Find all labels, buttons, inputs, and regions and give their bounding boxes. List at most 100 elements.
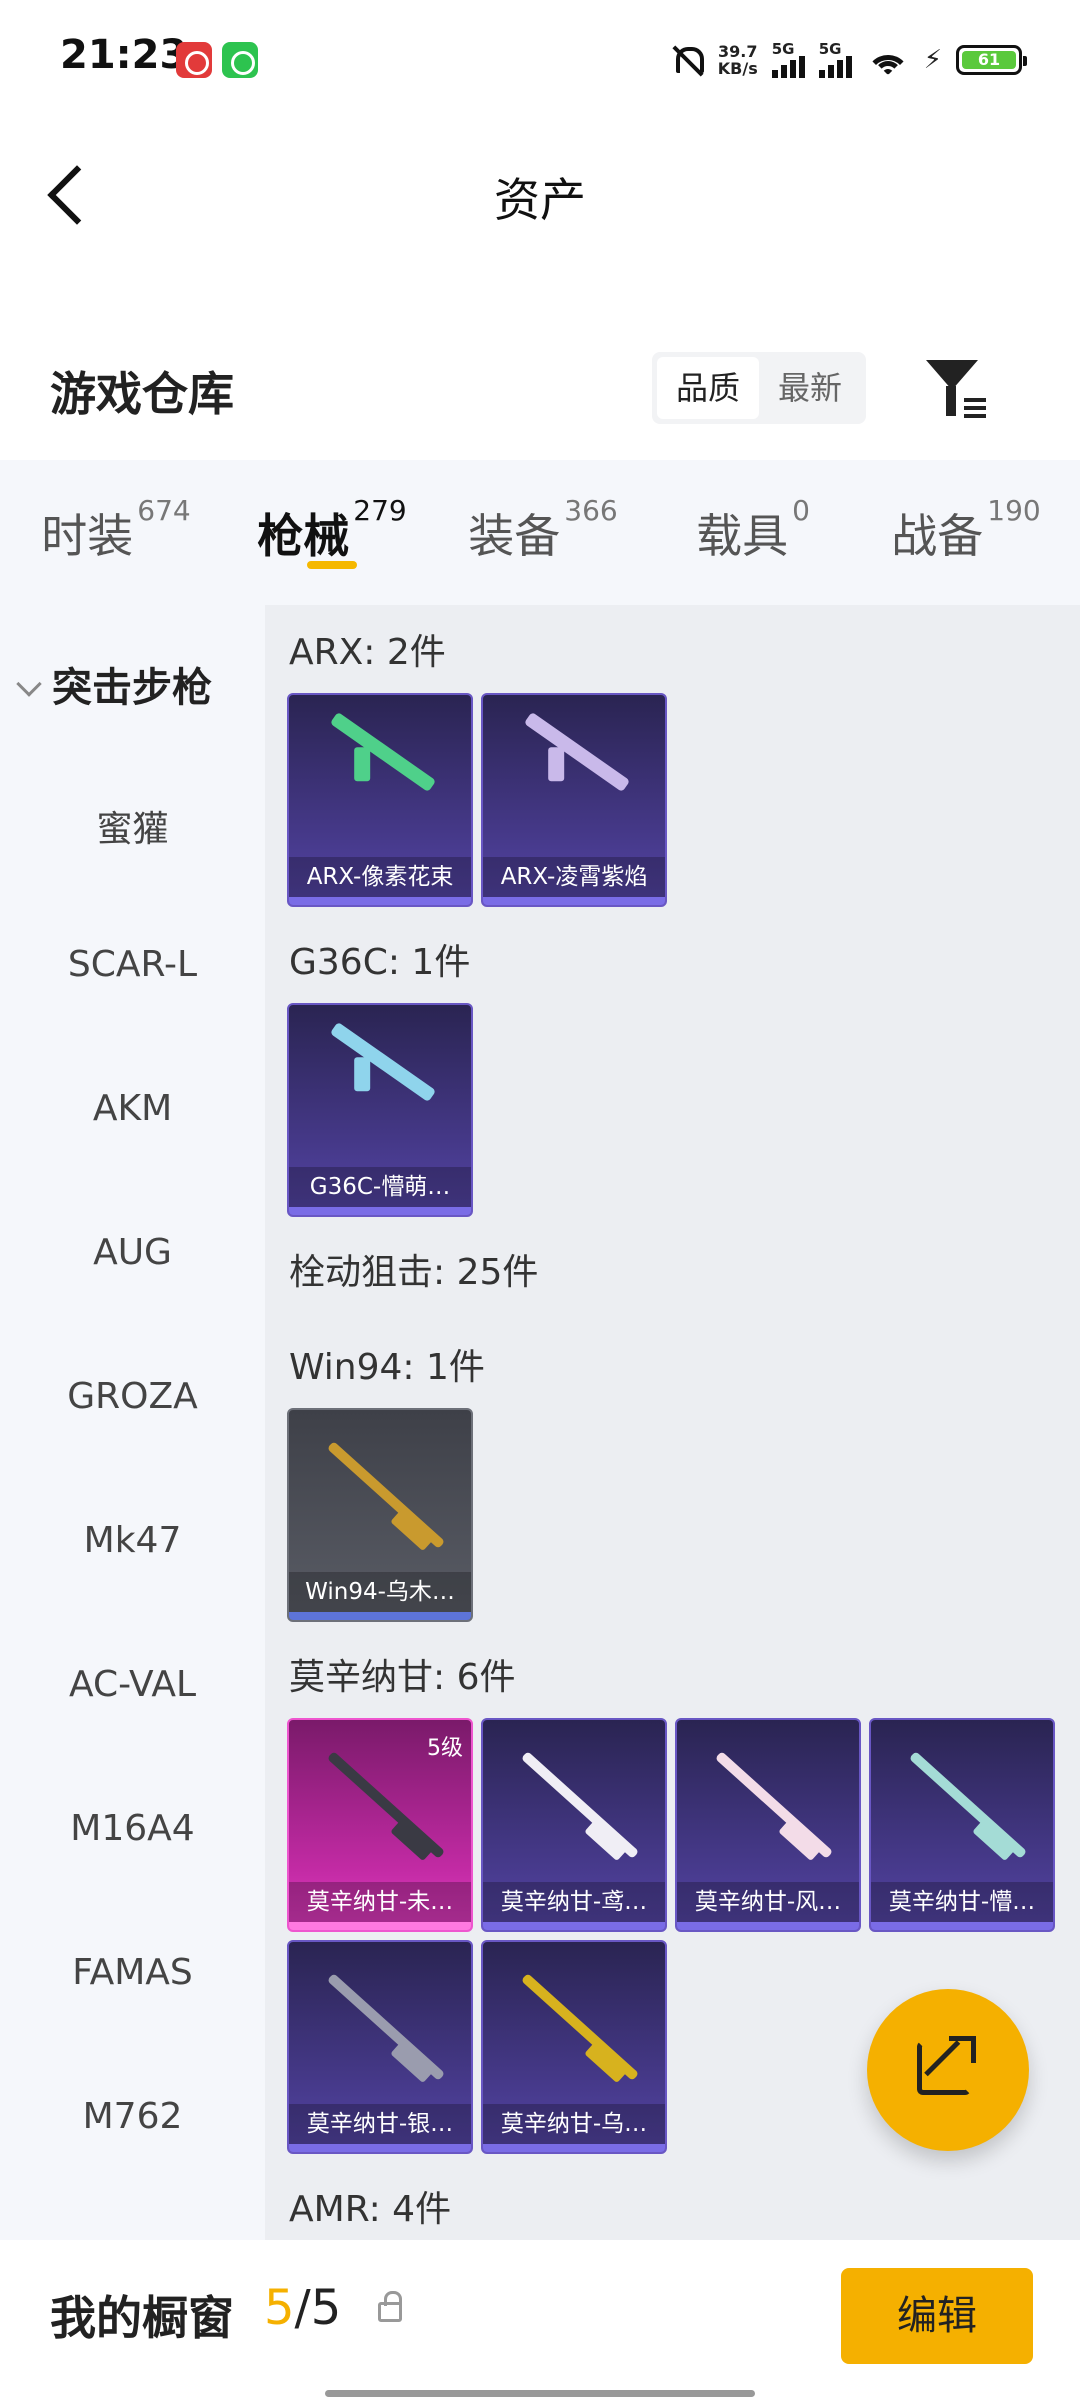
sim2-label: 5G	[818, 40, 842, 58]
tab-firearms[interactable]: 枪械 279	[232, 460, 432, 605]
title-bar: 资产	[0, 120, 1080, 270]
clock: 21:23	[60, 32, 188, 78]
status-icons: 39.7 KB/s 5G 5G ⚡ 61	[670, 36, 1027, 84]
share-icon	[917, 2036, 976, 2095]
showcase-total: 5	[310, 2280, 342, 2336]
sidebar-item-aug[interactable]: AUG	[0, 1232, 265, 1273]
warehouse-header: 游戏仓库 品质 最新	[0, 330, 1080, 450]
charging-icon: ⚡	[923, 45, 942, 75]
weapon-card[interactable]: Win94-乌木…	[287, 1408, 473, 1622]
tab-label: 枪械	[257, 509, 350, 563]
lock-icon	[378, 2291, 402, 2322]
weapon-thumbnail	[326, 1973, 446, 2081]
signal-icon: 5G	[771, 40, 805, 78]
active-tab-indicator	[307, 561, 357, 569]
sidebar-item-scar-l[interactable]: SCAR-L	[0, 944, 265, 985]
group-title: ARX: 2件	[289, 632, 446, 673]
weapon-card[interactable]: ARX-凌霄紫焰	[481, 693, 667, 907]
weapon-thumbnail	[908, 1751, 1028, 1859]
weapon-card[interactable]: ARX-像素花束	[287, 693, 473, 907]
filter-icon[interactable]	[920, 352, 992, 424]
weapon-name: G36C-懵萌…	[289, 1167, 471, 1207]
tab-label: 战备	[891, 509, 984, 563]
weapon-thumbnail	[329, 1021, 437, 1103]
weapon-card[interactable]: 莫辛纳甘-鸢…	[481, 1718, 667, 1932]
showcase-label: 我的橱窗	[50, 2291, 234, 2345]
weapon-card[interactable]: 莫辛纳甘-银…	[287, 1940, 473, 2154]
weapon-thumbnail	[523, 711, 631, 793]
share-button[interactable]	[867, 1989, 1029, 2151]
netease-music-icon	[176, 42, 212, 78]
weapon-type-sidebar: 突击步枪 蜜獾 SCAR-L AKM AUG GROZA Mk47 AC-VAL…	[0, 605, 265, 2240]
weapon-card[interactable]: 莫辛纳甘-懵…	[869, 1718, 1055, 1932]
sidebar-item-honey-badger[interactable]: 蜜獾	[0, 800, 265, 852]
weapon-name: Win94-乌木…	[289, 1572, 471, 1612]
signal-icon: 5G	[818, 40, 852, 78]
sort-latest-button[interactable]: 最新	[759, 357, 861, 419]
weapon-name: 莫辛纳甘-银…	[289, 2104, 471, 2144]
weapon-thumbnail	[329, 711, 437, 793]
sidebar-item-m762[interactable]: M762	[0, 2096, 265, 2137]
weapon-name: ARX-凌霄紫焰	[483, 857, 665, 897]
level-badge: 5级	[427, 1736, 463, 1761]
weapon-thumbnail	[714, 1751, 834, 1859]
group-title: Win94: 1件	[289, 1347, 485, 1388]
network-speed-value: 39.7	[718, 42, 758, 61]
group-title: 莫辛纳甘: 6件	[289, 1657, 516, 1698]
weapon-thumbnail	[326, 1751, 446, 1859]
edit-button[interactable]: 编辑	[841, 2268, 1033, 2364]
network-speed-unit: KB/s	[717, 59, 758, 78]
tab-count: 190	[987, 494, 1041, 527]
sidebar-item-famas[interactable]: FAMAS	[0, 1952, 265, 1993]
tab-count: 674	[137, 494, 191, 527]
sidebar-category-assault-rifle[interactable]: 突击步枪	[16, 655, 212, 713]
sim1-label: 5G	[771, 40, 795, 58]
tab-count: 366	[564, 494, 618, 527]
weapon-thumbnail	[520, 1751, 640, 1859]
tab-label: 时装	[41, 509, 134, 563]
group-title: 栓动狙击: 25件	[289, 1252, 539, 1293]
weapon-card[interactable]: G36C-懵萌…	[287, 1003, 473, 1217]
page-title: 资产	[494, 173, 586, 227]
sidebar-item-akm[interactable]: AKM	[0, 1088, 265, 1129]
home-indicator[interactable]	[325, 2390, 755, 2397]
sidebar-category-label: 突击步枪	[52, 665, 212, 711]
mute-icon	[670, 43, 704, 77]
tab-vehicles[interactable]: 载具 0	[654, 460, 852, 605]
weapon-name: 莫辛纳甘-鸢…	[483, 1882, 665, 1922]
weapon-name: 莫辛纳甘-风…	[677, 1882, 859, 1922]
tab-supplies[interactable]: 战备 190	[852, 460, 1080, 605]
battery-level: 61	[962, 51, 1016, 69]
tab-label: 载具	[696, 509, 789, 563]
tab-outfit[interactable]: 时装 674	[0, 460, 232, 605]
weapon-name: 莫辛纳甘-乌…	[483, 2104, 665, 2144]
weapon-name: ARX-像素花束	[289, 857, 471, 897]
tab-count: 0	[792, 494, 810, 527]
sidebar-item-groza[interactable]: GROZA	[0, 1376, 265, 1417]
sort-toggle: 品质 最新	[652, 352, 866, 424]
showcase-current: 5	[264, 2280, 295, 2336]
wifi-icon	[865, 43, 910, 77]
wechat-icon	[222, 42, 258, 78]
sidebar-item-mk47[interactable]: Mk47	[0, 1520, 265, 1561]
sort-quality-button[interactable]: 品质	[657, 357, 759, 419]
category-tabs: 时装 674 枪械 279 装备 366 载具 0 战备 190	[0, 460, 1080, 605]
warehouse-title: 游戏仓库	[50, 367, 234, 421]
group-title: G36C: 1件	[289, 942, 471, 983]
weapon-thumbnail	[326, 1441, 446, 1549]
network-speed: 39.7 KB/s	[718, 43, 758, 77]
chevron-down-icon	[16, 671, 42, 697]
weapon-card[interactable]: 莫辛纳甘-风…	[675, 1718, 861, 1932]
showcase-bar: 我的橱窗 5/5 编辑	[0, 2240, 1080, 2400]
showcase-count: 5/5	[264, 2280, 341, 2336]
weapon-card[interactable]: 5级 莫辛纳甘-未…	[287, 1718, 473, 1932]
weapon-name: 莫辛纳甘-懵…	[871, 1882, 1053, 1922]
group-title: AMR: 4件	[289, 2189, 452, 2230]
sidebar-item-m16a4[interactable]: M16A4	[0, 1808, 265, 1849]
weapon-thumbnail	[520, 1973, 640, 2081]
tab-equipment[interactable]: 装备 366	[432, 460, 654, 605]
tab-label: 装备	[468, 509, 561, 563]
sidebar-item-ac-val[interactable]: AC-VAL	[0, 1664, 265, 1705]
weapon-card[interactable]: 莫辛纳甘-乌…	[481, 1940, 667, 2154]
battery-icon: 61	[956, 45, 1027, 75]
